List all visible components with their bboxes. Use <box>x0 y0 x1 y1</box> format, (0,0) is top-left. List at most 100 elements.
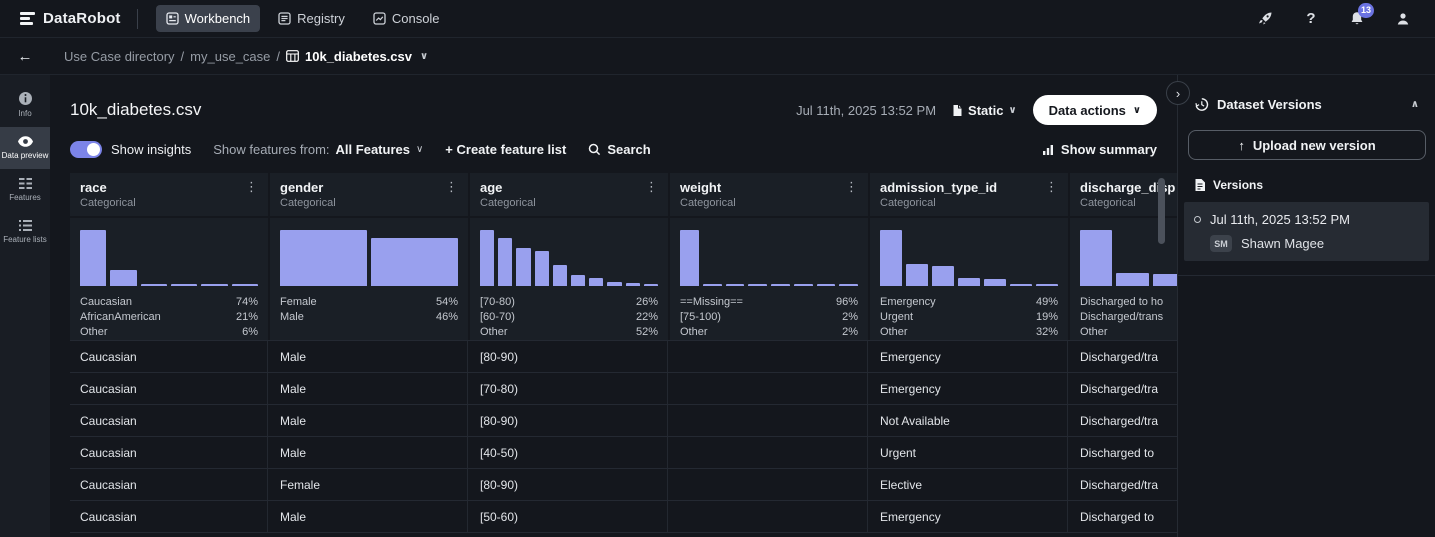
column-menu-icon[interactable]: ⋮ <box>645 179 658 195</box>
nav-tab-label: Registry <box>297 11 345 26</box>
breadcrumb-use-case[interactable]: my_use_case <box>190 49 270 64</box>
stat-line: Other6% <box>80 325 258 340</box>
nav-tab-console[interactable]: Console <box>363 5 450 32</box>
table-column-age: age⋮Categorical [70-80)26%[60-70)22%Other… <box>470 173 668 340</box>
create-feature-list-button[interactable]: + Create feature list <box>445 142 566 157</box>
column-histogram[interactable] <box>280 228 458 286</box>
nav-tab-workbench[interactable]: Workbench <box>156 5 261 32</box>
table-row[interactable]: CaucasianMale[40-50)UrgentDischarged to <box>70 436 1177 468</box>
table-cell: Not Available <box>870 405 1068 436</box>
toggle-switch[interactable] <box>70 141 102 158</box>
table-cell: Discharged/tra <box>1070 341 1177 372</box>
sidebar-item-info[interactable]: Info <box>0 83 50 127</box>
column-stats: Caucasian74%AfricanAmerican21%Other6% <box>80 295 258 340</box>
chevron-up-icon[interactable]: ∧ <box>1411 99 1419 110</box>
stat-line: ==Missing==96% <box>680 295 858 310</box>
column-header[interactable]: gender⋮Categorical <box>270 173 468 216</box>
version-dot-icon <box>1194 216 1201 223</box>
table-cell: Caucasian <box>70 405 268 436</box>
column-stats: ==Missing==96%[75-100)2%Other2% <box>680 295 858 340</box>
main-content: 10k_diabetes.csv Jul 11th, 2025 13:52 PM… <box>50 75 1177 537</box>
stat-line: Discharged/trans <box>1080 310 1177 325</box>
search-button[interactable]: Search <box>588 142 650 157</box>
column-menu-icon[interactable]: ⋮ <box>245 179 258 195</box>
table-row[interactable]: CaucasianMale[80-90)EmergencyDischarged/… <box>70 340 1177 372</box>
column-histogram[interactable] <box>880 228 1058 286</box>
show-summary-button[interactable]: Show summary <box>1042 142 1157 157</box>
column-header[interactable]: admission_type_id⋮Categorical <box>870 173 1068 216</box>
nav-tab-registry[interactable]: Registry <box>268 5 355 32</box>
table-cell: [80-90) <box>470 469 668 500</box>
vertical-scrollbar[interactable] <box>1158 178 1165 244</box>
registry-icon <box>278 12 291 25</box>
column-histogram[interactable] <box>680 228 858 286</box>
show-insights-toggle[interactable]: Show insights <box>70 141 191 158</box>
table-row[interactable]: CaucasianMale[70-80)EmergencyDischarged/… <box>70 372 1177 404</box>
feature-lists-icon <box>18 219 33 232</box>
version-timestamp: Jul 11th, 2025 13:52 PM <box>1210 212 1350 227</box>
panel-title: Dataset Versions <box>1217 97 1322 112</box>
panel-collapse-button[interactable]: › <box>1166 81 1190 105</box>
column-stats: [70-80)26%[60-70)22%Other52% <box>480 295 658 340</box>
table-row[interactable]: CaucasianMale[80-90)Not AvailableDischar… <box>70 404 1177 436</box>
help-icon[interactable]: ? <box>1301 9 1321 29</box>
upload-new-version-button[interactable]: ↑ Upload new version <box>1188 130 1426 160</box>
column-menu-icon[interactable]: ⋮ <box>445 179 458 195</box>
dataset-type-dropdown[interactable]: Static ∨ <box>952 103 1017 118</box>
column-type: Categorical <box>80 197 258 209</box>
notifications-bell-icon[interactable]: 13 <box>1347 9 1367 29</box>
datarobot-logo-icon <box>20 12 35 25</box>
column-type: Categorical <box>880 197 1058 209</box>
histogram-bar <box>80 230 106 286</box>
sidebar-item-feature-lists[interactable]: Feature lists <box>0 211 50 253</box>
data-actions-button[interactable]: Data actions ∨ <box>1033 95 1157 125</box>
sidebar-item-features[interactable]: Features <box>0 169 50 211</box>
column-menu-icon[interactable]: ⋮ <box>845 179 858 195</box>
table-cell: Discharged to <box>1070 501 1177 532</box>
datarobot-logo[interactable]: DataRobot <box>20 10 121 27</box>
column-header[interactable]: age⋮Categorical <box>470 173 668 216</box>
histogram-bar <box>748 284 767 286</box>
nav-divider <box>137 9 138 29</box>
breadcrumb-use-case-directory[interactable]: Use Case directory <box>64 49 175 64</box>
sidebar-item-data-preview[interactable]: Data preview <box>0 127 50 169</box>
launch-rocket-icon[interactable] <box>1255 9 1275 29</box>
table-cell: [50-60) <box>470 501 668 532</box>
table-row[interactable]: CaucasianMale[50-60)EmergencyDischarged … <box>70 500 1177 532</box>
table-cell: Elective <box>870 469 1068 500</box>
column-histogram[interactable] <box>80 228 258 286</box>
nav-tab-label: Workbench <box>185 11 251 26</box>
column-type: Categorical <box>680 197 858 209</box>
show-features-from-dropdown[interactable]: Show features from: All Features ∨ <box>213 142 423 157</box>
version-entry[interactable]: Jul 11th, 2025 13:52 PMSMShawn Magee <box>1184 202 1429 261</box>
breadcrumb-current-dataset[interactable]: 10k_diabetes.csv ∨ <box>286 49 428 64</box>
table-cell <box>670 501 868 532</box>
column-histogram[interactable] <box>480 228 658 286</box>
back-button[interactable]: ← <box>0 48 50 65</box>
table-cell: Caucasian <box>70 437 268 468</box>
table-cell: Male <box>270 437 468 468</box>
nav-tab-label: Console <box>392 11 440 26</box>
column-header[interactable]: weight⋮Categorical <box>670 173 868 216</box>
table-grid-icon <box>286 50 299 62</box>
histogram-bar <box>371 238 458 286</box>
info-icon <box>18 91 33 106</box>
table-cell: Male <box>270 405 468 436</box>
table-column-admission_type_id: admission_type_id⋮CategoricalEmergency49… <box>870 173 1068 340</box>
column-type: Categorical <box>280 197 458 209</box>
versions-label: Versions <box>1213 178 1263 192</box>
column-stats: Emergency49%Urgent19%Other32% <box>880 295 1058 340</box>
stat-line: Other32% <box>880 325 1058 340</box>
histogram-bar <box>1036 284 1058 286</box>
histogram-bar <box>141 284 167 286</box>
data-preview-table: race⋮CategoricalCaucasian74%AfricanAmeri… <box>70 173 1177 533</box>
user-profile-icon[interactable] <box>1393 9 1413 29</box>
column-header[interactable]: race⋮Categorical <box>70 173 268 216</box>
table-cell: Urgent <box>870 437 1068 468</box>
table-row[interactable]: CaucasianFemale[80-90)ElectiveDischarged… <box>70 468 1177 500</box>
column-menu-icon[interactable]: ⋮ <box>1045 179 1058 195</box>
stat-line: Other52% <box>480 325 658 340</box>
histogram-bar <box>932 266 954 286</box>
bar-chart-icon <box>1042 144 1054 156</box>
table-cell: Emergency <box>870 341 1068 372</box>
